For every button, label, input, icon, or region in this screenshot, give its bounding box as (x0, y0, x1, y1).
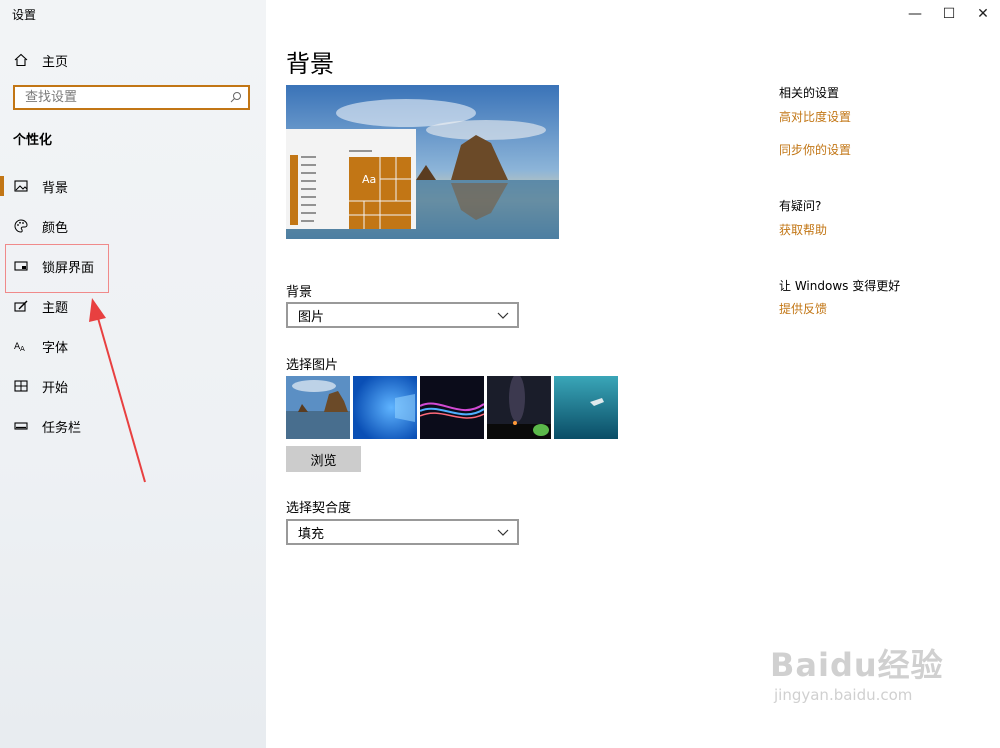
palette-icon (13, 218, 29, 234)
question-title: 有疑问? (779, 199, 822, 213)
sidebar-item-label: 主页 (42, 54, 69, 70)
sidebar-item-start[interactable]: 开始 (0, 366, 266, 406)
close-button[interactable]: ✕ (966, 0, 1000, 28)
sidebar-item-home[interactable]: 主页 (0, 40, 266, 80)
browse-button[interactable]: 浏览 (286, 446, 361, 472)
baidu-watermark: Baidu经验 jingyan.baidu.com (770, 640, 944, 704)
preview-image: Aa (286, 85, 559, 239)
theme-icon (13, 298, 29, 314)
thumbnail-night-sky[interactable] (487, 376, 551, 439)
related-settings-title: 相关的设置 (779, 86, 840, 100)
image-icon (13, 178, 29, 194)
background-dropdown[interactable]: 图片 (286, 302, 519, 328)
sidebar-item-label: 颜色 (42, 220, 69, 236)
preview-sample-text: Aa (362, 173, 376, 186)
page-title: 背景 (286, 50, 334, 78)
background-preview: Aa (286, 85, 559, 239)
start-icon (13, 378, 29, 394)
home-icon (13, 52, 29, 68)
watermark-brand: Baidu经验 (770, 646, 944, 684)
sidebar-item-label: 任务栏 (42, 420, 82, 436)
background-label: 背景 (286, 285, 313, 300)
sidebar-item-fonts[interactable]: AA 字体 (0, 326, 266, 366)
sidebar-item-label: 开始 (42, 380, 69, 396)
sidebar-item-label: 背景 (42, 180, 69, 196)
font-icon: AA (13, 338, 29, 354)
search-icon[interactable] (230, 91, 242, 103)
fit-label: 选择契合度 (286, 501, 352, 516)
choose-picture-label: 选择图片 (286, 358, 339, 373)
sidebar-item-background[interactable]: 背景 (0, 166, 266, 206)
search-box[interactable] (13, 85, 250, 110)
maximize-button[interactable]: ☐ (932, 0, 966, 28)
background-dropdown-value: 图片 (298, 309, 325, 325)
thumbnail-beach-rock[interactable] (286, 376, 350, 439)
feedback-link[interactable]: 提供反馈 (779, 300, 827, 317)
get-help-link[interactable]: 获取帮助 (779, 221, 827, 238)
sidebar-item-colors[interactable]: 颜色 (0, 206, 266, 246)
window-controls: — ☐ ✕ (898, 0, 1000, 28)
sidebar: 设置 主页 个性化 背景 颜色 锁屏界面 主题 A (0, 0, 266, 748)
svg-text:A: A (20, 345, 25, 353)
thumbnail-windows-blue[interactable] (353, 376, 417, 439)
chevron-down-icon (497, 312, 509, 319)
section-title: 个性化 (13, 133, 53, 148)
app-title: 设置 (12, 8, 37, 22)
minimize-button[interactable]: — (898, 0, 932, 28)
fit-dropdown[interactable]: 填充 (286, 519, 519, 545)
picture-thumbnails (286, 376, 618, 439)
search-input[interactable] (23, 89, 227, 106)
sync-settings-link[interactable]: 同步你的设置 (779, 141, 851, 158)
sidebar-item-label: 字体 (42, 340, 69, 356)
taskbar-icon (13, 418, 29, 434)
fit-dropdown-value: 填充 (298, 526, 325, 542)
annotation-highlight-box (5, 244, 109, 293)
thumbnail-light-waves[interactable] (420, 376, 484, 439)
chevron-down-icon (497, 529, 509, 536)
high-contrast-link[interactable]: 高对比度设置 (779, 108, 851, 125)
sidebar-item-taskbar[interactable]: 任务栏 (0, 406, 266, 446)
improve-windows-title: 让 Windows 变得更好 (779, 279, 901, 293)
watermark-url: jingyan.baidu.com (774, 686, 913, 704)
thumbnail-underwater[interactable] (554, 376, 618, 439)
sidebar-item-label: 主题 (42, 300, 69, 316)
